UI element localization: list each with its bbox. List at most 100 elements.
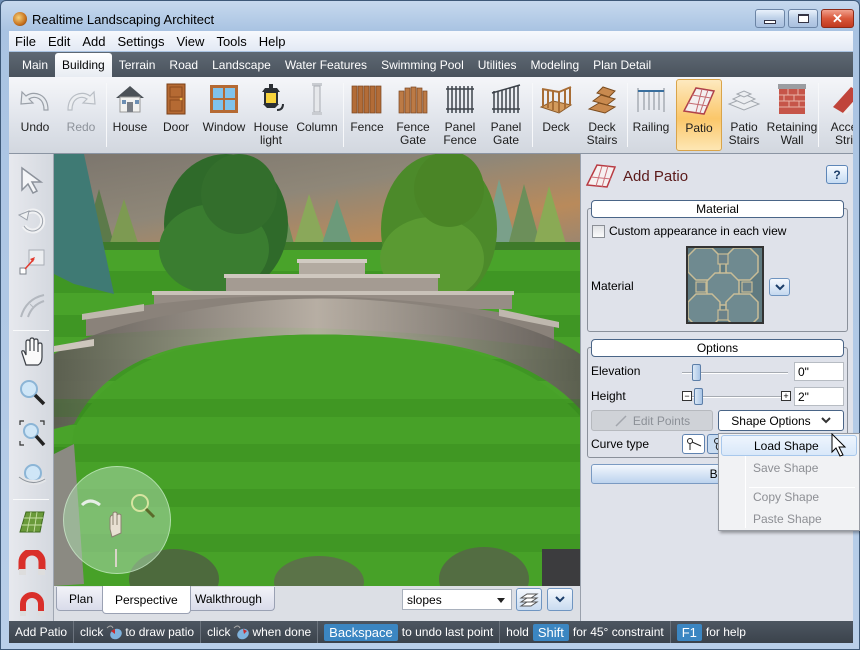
- elevation-input[interactable]: 0": [794, 362, 844, 381]
- left-toolbar: [9, 154, 54, 621]
- layers-button[interactable]: [516, 588, 542, 611]
- curve-type-straight-button[interactable]: [682, 434, 705, 454]
- nav-orbit-icon[interactable]: [80, 499, 101, 507]
- left-click-mouse-icon: [107, 625, 123, 640]
- tab-terrain[interactable]: Terrain: [112, 54, 163, 76]
- pine-tree-left: [159, 154, 288, 294]
- menu-edit[interactable]: Edit: [42, 34, 76, 49]
- house-button[interactable]: House: [107, 79, 153, 151]
- key-shift: Shift: [532, 623, 569, 641]
- tab-landscape[interactable]: Landscape: [205, 54, 278, 76]
- snap-options-button[interactable]: [16, 588, 48, 620]
- panel-fence-button[interactable]: Panel Fence: [437, 79, 483, 151]
- panel-gate-button[interactable]: Panel Gate: [483, 79, 529, 151]
- material-swatch[interactable]: [686, 246, 764, 324]
- tab-modeling[interactable]: Modeling: [523, 54, 586, 76]
- menu-tools[interactable]: Tools: [210, 34, 252, 49]
- background-trees: [54, 179, 580, 250]
- tab-building[interactable]: Building: [55, 53, 112, 77]
- shape-options-button[interactable]: Shape Options: [718, 410, 844, 431]
- panel-fence-icon: [443, 82, 477, 116]
- menu-settings[interactable]: Settings: [112, 34, 171, 49]
- perspective-viewport[interactable]: [54, 154, 580, 586]
- menu-file[interactable]: File: [9, 34, 42, 49]
- patio-stairs-icon: [727, 82, 761, 116]
- column-button[interactable]: Column: [294, 79, 340, 151]
- retaining-wall-button[interactable]: Retaining Wall: [767, 79, 817, 151]
- patio-button[interactable]: Patio: [676, 79, 722, 151]
- resize-tool-button[interactable]: [16, 246, 48, 278]
- fence-gate-button[interactable]: Fence Gate: [390, 79, 436, 151]
- tab-main[interactable]: Main: [15, 54, 55, 76]
- house-icon: [113, 82, 147, 116]
- retaining-wall-icon: [775, 82, 809, 116]
- redo-icon: [64, 82, 98, 116]
- tab-plan[interactable]: Plan: [56, 587, 107, 611]
- tab-perspective[interactable]: Perspective: [102, 586, 191, 614]
- grid-tool-button[interactable]: [16, 506, 48, 538]
- tab-water-features[interactable]: Water Features: [278, 54, 374, 76]
- zoom-extents-tool-button[interactable]: [16, 417, 48, 449]
- layer-select[interactable]: slopes: [402, 589, 512, 610]
- magnifier-icon: [20, 380, 46, 406]
- minimize-button[interactable]: [755, 9, 785, 28]
- deck-button[interactable]: Deck: [533, 79, 579, 151]
- menu-help[interactable]: Help: [253, 34, 292, 49]
- nav-zoom-icon[interactable]: [131, 494, 149, 512]
- ribbon-toolbar: Undo Redo House Door Window House light …: [9, 77, 853, 154]
- custom-appearance-checkbox[interactable]: [592, 225, 605, 238]
- patio-icon: [585, 164, 617, 188]
- status-hint-help: F1 for help: [671, 621, 752, 643]
- help-button[interactable]: ?: [826, 165, 848, 184]
- patio-icon: [682, 83, 716, 117]
- height-slider-track[interactable]: [692, 396, 782, 398]
- grid-icon: [19, 511, 45, 533]
- tab-plan-detail[interactable]: Plan Detail: [586, 54, 658, 76]
- tab-road[interactable]: Road: [162, 54, 205, 76]
- house-light-button[interactable]: House light: [248, 79, 294, 151]
- snap-tool-button[interactable]: [16, 548, 48, 580]
- navigation-wheel[interactable]: [63, 466, 171, 574]
- material-dropdown-button[interactable]: [769, 278, 790, 296]
- fence-button[interactable]: Fence: [344, 79, 390, 151]
- rotate-tool-button[interactable]: [16, 204, 48, 236]
- menu-item-paste-shape[interactable]: Paste Shape: [721, 508, 857, 529]
- undo-button[interactable]: Undo: [12, 79, 58, 151]
- patio-stairs-button[interactable]: Patio Stairs: [721, 79, 767, 151]
- close-button[interactable]: ✕: [821, 9, 854, 28]
- select-tool-button[interactable]: [16, 164, 48, 196]
- dark-object: [542, 549, 580, 586]
- menu-item-save-shape[interactable]: Save Shape: [721, 457, 857, 478]
- accent-strip-button[interactable]: Acce Stri: [821, 79, 853, 151]
- height-input[interactable]: 2": [794, 387, 844, 406]
- menu-add[interactable]: Add: [76, 34, 111, 49]
- tab-walkthrough[interactable]: Walkthrough: [182, 587, 275, 611]
- material-group: Material Custom appearance in each view …: [587, 200, 848, 332]
- layers-dropdown-button[interactable]: [547, 588, 573, 611]
- zoom-tool-button[interactable]: [16, 376, 48, 408]
- window-button[interactable]: Window: [201, 79, 247, 151]
- maximize-button[interactable]: [788, 9, 818, 28]
- height-slider-thumb[interactable]: [694, 388, 703, 405]
- height-increase-button[interactable]: +: [781, 391, 791, 401]
- height-decrease-button[interactable]: −: [682, 391, 692, 401]
- curve-tool-button[interactable]: [16, 289, 48, 321]
- menu-item-copy-shape[interactable]: Copy Shape: [721, 486, 857, 507]
- deck-stairs-button[interactable]: Deck Stairs: [579, 79, 625, 151]
- column-icon: [300, 82, 334, 116]
- ribbon-tabs: Main Building Terrain Road Landscape Wat…: [9, 52, 853, 77]
- maximize-icon: [797, 14, 809, 23]
- nav-pan-icon[interactable]: [109, 511, 122, 538]
- orbit-tool-button[interactable]: [16, 460, 48, 492]
- elevation-slider-thumb[interactable]: [692, 364, 701, 381]
- redo-button[interactable]: Redo: [58, 79, 104, 151]
- arrow-cursor-icon: [21, 166, 44, 194]
- tab-swimming-pool[interactable]: Swimming Pool: [374, 54, 471, 76]
- menu-view[interactable]: View: [170, 34, 210, 49]
- pan-tool-button[interactable]: [16, 336, 48, 368]
- door-button[interactable]: Door: [153, 79, 199, 151]
- mouse-cursor-icon: [831, 433, 847, 457]
- railing-button[interactable]: Railing: [628, 79, 674, 151]
- edit-points-button[interactable]: Edit Points: [591, 410, 713, 431]
- tab-utilities[interactable]: Utilities: [471, 54, 524, 76]
